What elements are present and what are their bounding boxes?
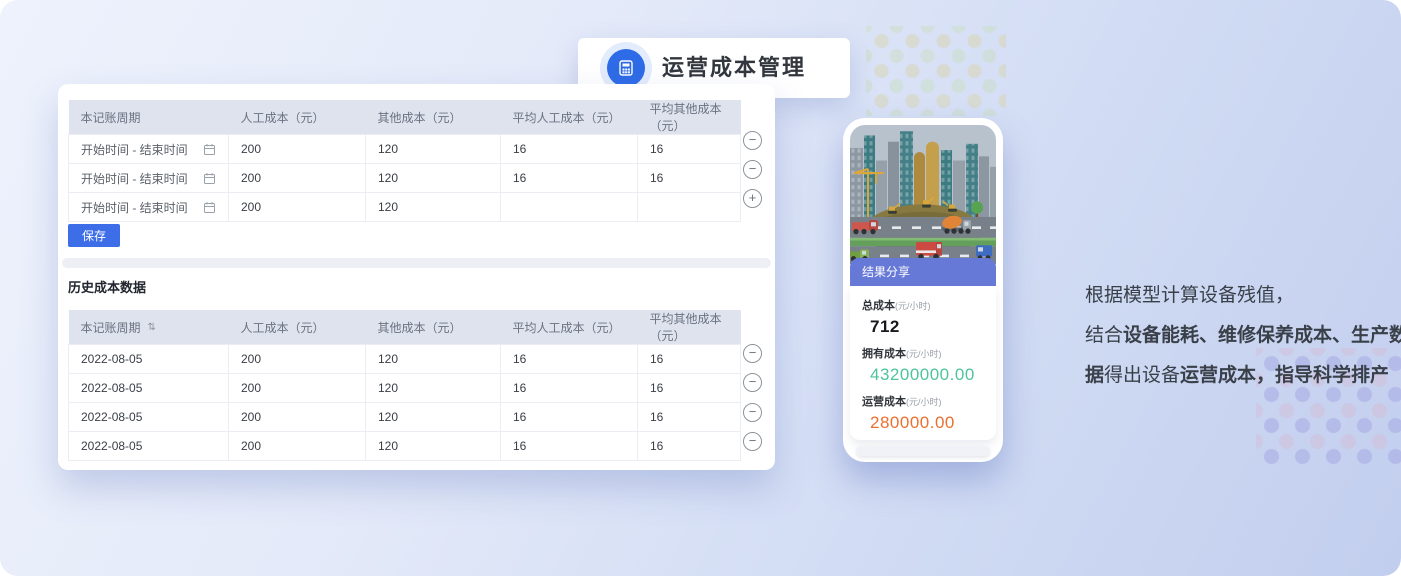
total-cost-label: 总成本	[862, 300, 895, 312]
total-cost-value: 712	[862, 314, 996, 337]
col-header-avg-labor-cost: 平均人工成本（元）	[501, 310, 638, 345]
save-button[interactable]: 保存	[68, 224, 120, 247]
history-row: 2022-08-05 200 120 16 16	[69, 432, 741, 461]
avg-other-cost-cell: 16	[638, 345, 741, 374]
other-cost-cell: 120	[366, 374, 501, 403]
labor-cost-cell: 200	[229, 345, 366, 374]
remove-row-button[interactable]: −	[743, 131, 762, 150]
other-cost-cell[interactable]: 120	[366, 135, 501, 164]
other-cost-cell: 120	[366, 432, 501, 461]
col-header-avg-labor-cost: 平均人工成本（元）	[501, 100, 638, 135]
col-header-avg-other-cost: 平均其他成本（元）	[638, 310, 741, 345]
avg-other-cost-cell	[638, 193, 741, 222]
other-cost-cell: 120	[366, 345, 501, 374]
construction-city-illustration	[850, 125, 996, 264]
ownership-cost-stat: 拥有成本(元/小时) 43200000.00	[862, 344, 996, 385]
other-cost-cell[interactable]: 120	[366, 164, 501, 193]
history-row: 2022-08-05 200 120 16 16	[69, 403, 741, 432]
col-header-labor-cost: 人工成本（元）	[229, 100, 366, 135]
period-cell: 2022-08-05	[69, 403, 229, 432]
sort-icon[interactable]: ⇅	[148, 322, 156, 333]
remove-row-button[interactable]: −	[743, 373, 762, 392]
col-header-other-cost: 其他成本（元）	[366, 100, 501, 135]
description-line: 结合设备能耗、维修保养成本、生产数	[1085, 316, 1401, 356]
editor-header-row: 本记账周期 人工成本（元） 其他成本（元） 平均人工成本（元） 平均其他成本（元…	[69, 100, 741, 135]
avg-other-cost-cell: 16	[638, 403, 741, 432]
add-row-button[interactable]: +	[743, 189, 762, 208]
period-range-picker[interactable]: 开始时间 - 结束时间	[69, 193, 229, 222]
section-divider	[62, 258, 771, 268]
period-cell: 2022-08-05	[69, 345, 229, 374]
phone-mockup: 结果分享 总成本(元/小时) 712 拥有成本(元/小时) 43200000.0…	[843, 118, 1003, 462]
stacked-card-edge	[856, 446, 990, 456]
editor-row: 开始时间 - 结束时间 200 120 16 16	[69, 135, 741, 164]
avg-labor-cost-cell: 16	[501, 374, 638, 403]
remove-row-button[interactable]: −	[743, 432, 762, 451]
avg-labor-cost-cell: 16	[501, 403, 638, 432]
remove-row-button[interactable]: −	[743, 403, 762, 422]
history-header-row: 本记账周期 ⇅ 人工成本（元） 其他成本（元） 平均人工成本（元） 平均其他成本…	[69, 310, 741, 345]
history-row: 2022-08-05 200 120 16 16	[69, 374, 741, 403]
operation-cost-stat: 运营成本(元/小时) 280000.00	[862, 392, 996, 433]
history-cost-table: 本记账周期 ⇅ 人工成本（元） 其他成本（元） 平均人工成本（元） 平均其他成本…	[68, 310, 741, 461]
editor-row: 开始时间 - 结束时间 200 120	[69, 193, 741, 222]
avg-other-cost-cell: 16	[638, 135, 741, 164]
description-line: 根据模型计算设备残值，	[1085, 276, 1401, 316]
col-header-other-cost: 其他成本（元）	[366, 310, 501, 345]
calendar-icon[interactable]	[203, 172, 216, 185]
col-header-period: 本记账周期 ⇅	[69, 310, 229, 345]
calendar-icon[interactable]	[203, 201, 216, 214]
period-range-picker[interactable]: 开始时间 - 结束时间	[69, 164, 229, 193]
decor-dots-top	[866, 26, 1006, 116]
avg-other-cost-cell: 16	[638, 432, 741, 461]
cost-editor-table: 本记账周期 人工成本（元） 其他成本（元） 平均人工成本（元） 平均其他成本（元…	[68, 100, 741, 222]
labor-cost-cell: 200	[229, 432, 366, 461]
remove-row-button[interactable]: −	[743, 160, 762, 179]
total-cost-unit: (元/小时)	[895, 301, 931, 311]
col-header-period: 本记账周期	[69, 100, 229, 135]
description-line: 据得出设备运营成本，指导科学排产	[1085, 356, 1401, 396]
total-cost-stat: 总成本(元/小时) 712	[862, 296, 996, 337]
avg-labor-cost-cell: 16	[501, 164, 638, 193]
screenshot-canvas: 运营成本管理 本记账周期 人工成本（元） 其他成本（元） 平均人工成本（元） 平…	[0, 0, 1401, 576]
avg-other-cost-cell: 16	[638, 164, 741, 193]
ownership-cost-label: 拥有成本	[862, 348, 906, 360]
col-header-avg-other-cost: 平均其他成本（元）	[638, 100, 741, 135]
labor-cost-cell: 200	[229, 403, 366, 432]
calendar-icon[interactable]	[203, 143, 216, 156]
operation-cost-unit: (元/小时)	[906, 397, 942, 407]
labor-cost-cell: 200	[229, 374, 366, 403]
period-cell: 2022-08-05	[69, 432, 229, 461]
ownership-cost-value: 43200000.00	[862, 362, 996, 385]
avg-labor-cost-cell: 16	[501, 345, 638, 374]
labor-cost-cell[interactable]: 200	[229, 135, 366, 164]
editor-row: 开始时间 - 结束时间 200 120 16 16	[69, 164, 741, 193]
history-row: 2022-08-05 200 120 16 16	[69, 345, 741, 374]
avg-labor-cost-cell: 16	[501, 135, 638, 164]
avg-labor-cost-cell	[501, 193, 638, 222]
ownership-cost-unit: (元/小时)	[906, 349, 942, 359]
labor-cost-cell[interactable]: 200	[229, 193, 366, 222]
col-header-labor-cost: 人工成本（元）	[229, 310, 366, 345]
cost-management-panel: 本记账周期 人工成本（元） 其他成本（元） 平均人工成本（元） 平均其他成本（元…	[58, 84, 775, 470]
avg-labor-cost-cell: 16	[501, 432, 638, 461]
cost-result-card: 总成本(元/小时) 712 拥有成本(元/小时) 43200000.00 运营成…	[850, 286, 996, 440]
operation-cost-value: 280000.00	[862, 410, 996, 433]
period-range-picker[interactable]: 开始时间 - 结束时间	[69, 135, 229, 164]
avg-other-cost-cell: 16	[638, 374, 741, 403]
other-cost-cell[interactable]: 120	[366, 193, 501, 222]
operation-cost-label: 运营成本	[862, 396, 906, 408]
period-cell: 2022-08-05	[69, 374, 229, 403]
history-section-title: 历史成本数据	[68, 277, 146, 296]
calculator-icon	[607, 49, 645, 87]
feature-description: 根据模型计算设备残值， 结合设备能耗、维修保养成本、生产数 据得出设备运营成本，…	[1085, 276, 1401, 396]
result-share-header: 结果分享	[850, 258, 996, 286]
remove-row-button[interactable]: −	[743, 344, 762, 363]
other-cost-cell: 120	[366, 403, 501, 432]
labor-cost-cell[interactable]: 200	[229, 164, 366, 193]
